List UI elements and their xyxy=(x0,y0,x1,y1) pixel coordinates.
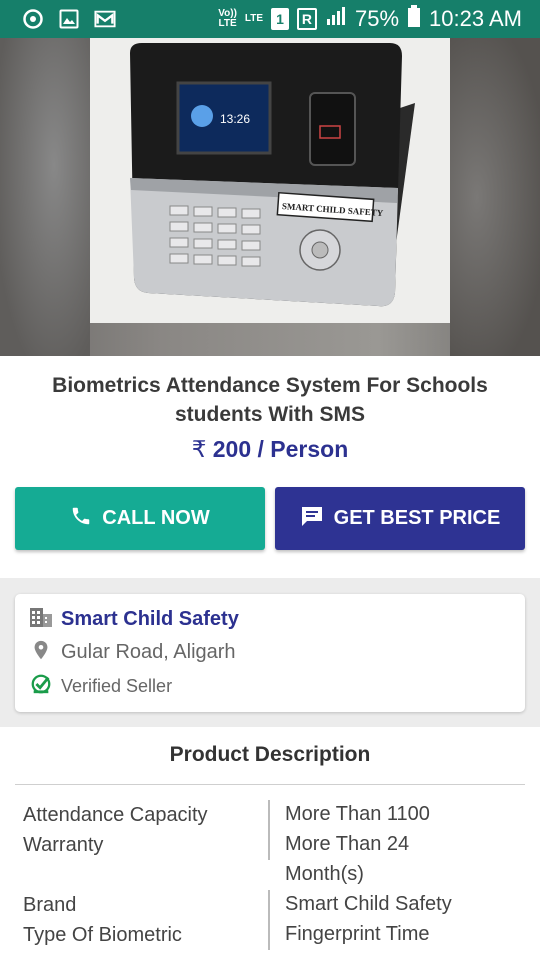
verified-seller-badge: Verified Seller xyxy=(61,676,173,696)
seller-name-row[interactable]: Smart Child Safety xyxy=(29,606,239,633)
spec-divider xyxy=(268,890,270,950)
building-icon xyxy=(29,606,53,633)
seller-card[interactable]: Smart Child Safety Gular Road, Aligarh V… xyxy=(15,594,525,712)
seller-location-row: Gular Road, Aligarh xyxy=(29,639,236,666)
product-image-banner[interactable]: 13:26 SMART CHILD SAFETY xyxy=(0,38,540,356)
product-description-section: Product Description Attendance Capacity … xyxy=(0,727,540,960)
location-pin-icon xyxy=(29,639,53,666)
spec-value: More Than 24 Month(s) xyxy=(285,833,410,885)
get-best-price-label: GET BEST PRICE xyxy=(333,507,501,529)
spec-label: Warranty xyxy=(23,834,104,856)
sync-icon xyxy=(22,8,44,30)
get-best-price-button[interactable]: GET BEST PRICE xyxy=(275,487,525,550)
spec-label: Type Of Biometric xyxy=(23,924,182,946)
phone-icon xyxy=(70,505,92,533)
seller-name[interactable]: Smart Child Safety xyxy=(61,608,239,631)
spec-label: Brand xyxy=(23,894,77,916)
divider xyxy=(15,784,525,785)
blurred-background-right xyxy=(450,38,540,356)
svg-text:13:26: 13:26 xyxy=(220,112,250,126)
product-summary-card: Biometrics Attendance System For Schools… xyxy=(0,356,540,578)
signal-icon xyxy=(325,5,347,32)
sim1-indicator: 1 xyxy=(271,7,289,30)
battery-icon xyxy=(407,5,421,32)
spec-value: Smart Child Safety xyxy=(285,893,452,915)
status-bar: Vo)) LTE LTE 1 R 75% 10:23 AM xyxy=(0,0,540,38)
battery-percentage: 75% xyxy=(355,5,400,31)
clock: 10:23 AM xyxy=(429,5,522,31)
spec-value: More Than 1100 xyxy=(285,803,430,825)
lte-indicator: LTE xyxy=(244,12,264,24)
product-image[interactable]: 13:26 SMART CHILD SAFETY xyxy=(90,38,450,323)
volte-indicator: Vo)) LTE xyxy=(218,7,237,29)
mail-icon xyxy=(94,8,116,30)
call-now-label: CALL NOW xyxy=(102,507,210,529)
call-now-button[interactable]: CALL NOW xyxy=(15,487,265,550)
spec-label: Attendance Capacity xyxy=(23,804,208,826)
rupee-icon: ₹ xyxy=(191,436,207,462)
product-title: Biometrics Attendance System For Schools… xyxy=(52,374,488,426)
product-price: ₹ 200 / Person xyxy=(191,436,349,462)
spec-divider xyxy=(268,800,270,860)
verified-check-icon xyxy=(29,673,53,700)
gallery-icon xyxy=(58,8,80,30)
spec-value: Fingerprint Time xyxy=(285,923,430,945)
blurred-background-left xyxy=(0,38,90,356)
roaming-signal-icon: R xyxy=(296,7,317,30)
seller-location: Gular Road, Aligarh xyxy=(61,641,236,663)
verified-row: Verified Seller xyxy=(29,673,172,700)
product-description-heading: Product Description xyxy=(169,743,371,766)
message-icon xyxy=(300,505,324,533)
